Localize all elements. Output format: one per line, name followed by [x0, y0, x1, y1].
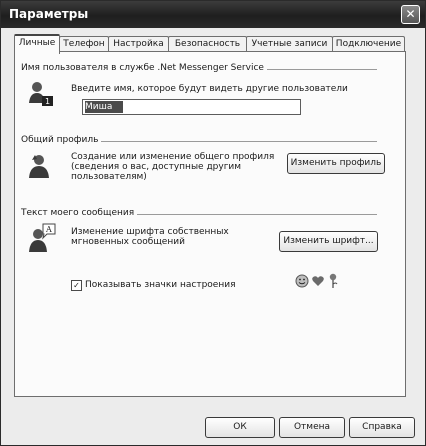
profile-group-label: Общий профиль	[21, 135, 102, 145]
show-emoticons-checkbox[interactable]: ✓	[71, 280, 82, 291]
title-bar[interactable]: Параметры ✕	[1, 1, 425, 28]
cancel-button[interactable]: Отмена	[279, 417, 345, 438]
tab-label: Настройка	[113, 39, 164, 49]
edit-profile-button[interactable]: Изменить профиль	[287, 153, 385, 174]
svg-text:1: 1	[45, 97, 50, 106]
user-card-icon: 1	[29, 82, 53, 106]
profile-person-icon	[29, 155, 49, 178]
smiley-icon	[295, 274, 309, 288]
tab-settings[interactable]: Настройка	[108, 36, 169, 52]
tab-label: Телефон	[63, 39, 105, 49]
display-name-group-label: Имя пользователя в службе .Net Messenger…	[21, 63, 267, 73]
personal-tab-panel: Имя пользователя в службе .Net Messenger…	[14, 51, 406, 397]
tab-label: Учетные записи	[251, 39, 328, 49]
rose-icon	[329, 273, 338, 288]
help-button-label: Справка	[362, 422, 402, 432]
tab-label: Подключение	[335, 39, 402, 49]
message-text-description-line2: мгновенных сообщений	[71, 237, 185, 247]
change-font-button[interactable]: Изменить шрифт...	[279, 231, 378, 252]
svg-text:A: A	[45, 225, 52, 234]
tab-label: Личные	[18, 38, 56, 48]
font-person-icon: A	[29, 223, 56, 252]
tab-label: Безопасность	[174, 39, 241, 49]
profile-description-line2: (сведения о вас, доступные другим	[71, 162, 242, 172]
tab-connection[interactable]: Подключение	[332, 36, 405, 52]
tab-security[interactable]: Безопасность	[168, 36, 247, 52]
close-icon: ✕	[405, 7, 416, 21]
message-text-group-label: Текст моего сообщения	[21, 208, 138, 218]
profile-description-line1: Создание или изменение общего профиля	[71, 152, 275, 162]
heart-icon	[312, 276, 324, 286]
profile-description-line3: пользователям)	[71, 172, 147, 182]
ok-button[interactable]: ОК	[205, 417, 275, 438]
display-name-field[interactable]	[82, 99, 301, 115]
check-icon: ✓	[73, 281, 80, 290]
change-font-button-label: Изменить шрифт...	[283, 236, 374, 246]
message-text-description-line1: Изменение шрифта собственных	[71, 227, 229, 237]
display-name-prompt: Введите имя, которое будут видеть другие…	[71, 84, 348, 94]
window-title: Параметры	[9, 7, 89, 21]
display-name-input[interactable]	[85, 101, 297, 113]
tab-phone[interactable]: Телефон	[59, 36, 109, 52]
options-dialog: Параметры ✕ Личные Телефон Настройка Без…	[0, 0, 426, 446]
tab-personal[interactable]: Личные	[14, 34, 60, 54]
show-emoticons-label[interactable]: Показывать значки настроения	[85, 280, 236, 290]
close-button[interactable]: ✕	[401, 5, 420, 24]
edit-profile-button-label: Изменить профиль	[290, 158, 382, 168]
cancel-button-label: Отмена	[293, 422, 331, 432]
help-button[interactable]: Справка	[349, 417, 415, 438]
ok-button-label: ОК	[233, 422, 247, 432]
tab-accounts[interactable]: Учетные записи	[246, 36, 333, 52]
